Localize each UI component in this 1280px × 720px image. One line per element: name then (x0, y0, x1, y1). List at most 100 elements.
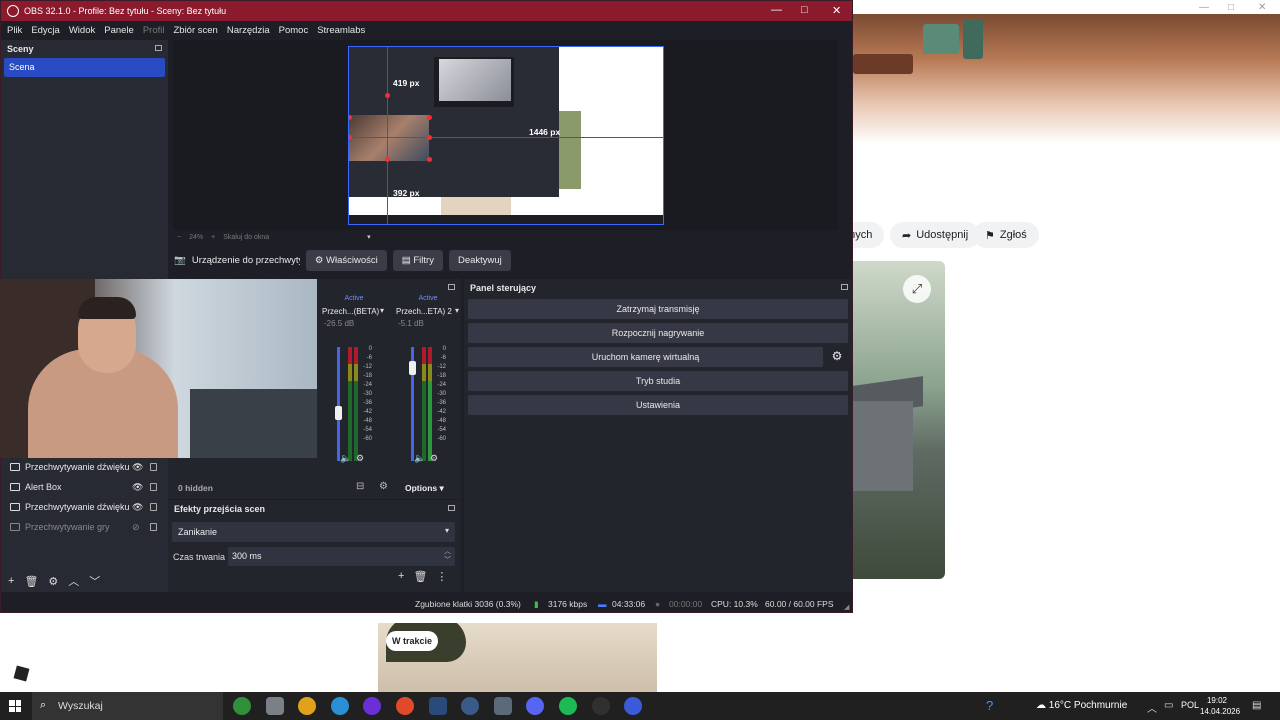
chevron-down-icon[interactable]: ▾ (367, 233, 371, 241)
steam-icon[interactable] (428, 697, 447, 715)
menu-narzedzia[interactable]: Narzędzia (227, 25, 270, 36)
undock-icon[interactable] (155, 45, 162, 51)
report-button[interactable]: ⚑ Zgłoś (973, 222, 1039, 248)
roblox-icon[interactable] (13, 665, 30, 682)
options-button[interactable]: Options ▾ (405, 483, 444, 494)
minimize-icon[interactable]: — (1199, 2, 1209, 13)
eye-hidden-icon[interactable]: ⊘ (132, 522, 140, 533)
tray-chevron-up-icon[interactable]: ︿ (1147, 700, 1157, 715)
menu-profil[interactable]: Profil (143, 25, 165, 36)
add-icon[interactable]: + (8, 575, 14, 587)
share-button[interactable]: ➦ Udostępnij (890, 222, 981, 248)
chevron-down-icon[interactable]: ▾ (455, 306, 459, 315)
zoom-out-icon[interactable]: − (177, 234, 181, 241)
settings-button[interactable]: Ustawienia (468, 395, 848, 415)
close-icon[interactable]: ✕ (1258, 2, 1266, 13)
source-item[interactable]: Przechwytywanie gry ⊘ (1, 517, 168, 537)
obs-icon[interactable] (591, 697, 610, 715)
taskbar-search[interactable]: ⌕ Wyszukaj (32, 692, 223, 720)
preview-canvas[interactable]: 419 px 1446 px 392 px (348, 46, 664, 225)
maximize-icon[interactable]: □ (1228, 2, 1234, 13)
network-icon[interactable]: ▭ (1164, 700, 1173, 711)
menu-widok[interactable]: Widok (69, 25, 95, 36)
spotify-icon[interactable] (559, 697, 577, 715)
add-icon[interactable]: + (398, 570, 404, 583)
stop-streaming-button[interactable]: Zatrzymaj transmisję (468, 299, 848, 319)
lock-icon[interactable] (150, 503, 157, 511)
layout-icon[interactable]: ⊟ (356, 481, 364, 492)
eye-icon[interactable]: 👁 (132, 462, 143, 473)
clock[interactable]: 19:02 14.04.2026 (1200, 695, 1240, 717)
game-icon[interactable] (265, 697, 284, 715)
lock-icon[interactable] (150, 483, 157, 491)
speaker-icon[interactable]: 🔈 (340, 453, 351, 464)
app-icon[interactable] (624, 697, 643, 715)
properties-button[interactable]: ⚙ Właściwości (305, 249, 387, 271)
game-video[interactable]: ⤢ (853, 261, 945, 579)
app-icon[interactable] (461, 697, 480, 715)
source-item[interactable]: Przechwytywanie dźwięku 👁 (1, 497, 168, 517)
chrome-icon[interactable] (298, 697, 317, 715)
menu-pomoc[interactable]: Pomoc (279, 25, 309, 36)
menu-zbior-scen[interactable]: Zbiór scen (173, 25, 217, 36)
menu-panele[interactable]: Panele (104, 25, 134, 36)
deactivate-button[interactable]: Deaktywuj (448, 249, 511, 271)
gear-icon[interactable]: ⚙ (825, 346, 849, 366)
eye-icon[interactable]: 👁 (132, 502, 143, 513)
xbox-icon[interactable] (233, 697, 251, 715)
settings-icon[interactable]: ⚙ (356, 453, 364, 464)
spin-arrows-icon[interactable]: ︿ ﹀ (444, 547, 451, 565)
weather-widget[interactable]: ☁ 16°C Pochmurnie (1036, 700, 1127, 711)
resize-grip-icon[interactable]: ◢ (844, 603, 849, 611)
scale-to-window[interactable]: Skaluj do okna (223, 234, 269, 241)
volume-fader[interactable] (337, 347, 340, 461)
app-icon[interactable] (396, 697, 414, 715)
menu-plik[interactable]: Plik (7, 25, 22, 36)
edge-icon[interactable] (330, 697, 349, 715)
undock-icon[interactable] (448, 284, 455, 290)
gear-icon[interactable]: ⚙ (48, 575, 58, 588)
eye-icon[interactable]: 👁 (132, 482, 143, 493)
lock-icon[interactable] (150, 523, 157, 531)
arrow-up-icon[interactable]: ︿ (68, 573, 79, 589)
maximize-icon[interactable]: □ (801, 4, 808, 16)
obs-logo-icon (7, 5, 19, 17)
language-indicator[interactable]: POL (1181, 700, 1199, 710)
start-recording-button[interactable]: Rozpocznij nagrywanie (468, 323, 848, 343)
start-virtual-camera-button[interactable]: Uruchom kamerę wirtualną (468, 347, 823, 367)
windows-start-icon[interactable] (9, 700, 21, 712)
expand-icon[interactable]: ⤢ (903, 275, 931, 303)
studio-mode-button[interactable]: Tryb studia (468, 371, 848, 391)
settings-icon[interactable]: ⚙ (430, 453, 438, 464)
scene-item[interactable]: Scena (4, 58, 165, 77)
webcam-source[interactable] (349, 115, 429, 161)
menu-edycja[interactable]: Edycja (31, 25, 60, 36)
close-icon[interactable]: ✕ (832, 4, 841, 17)
menu-streamlabs[interactable]: Streamlabs (317, 25, 365, 36)
more-icon[interactable]: ⋮ (436, 570, 447, 583)
source-item[interactable]: Przechwytywanie dźwięku 👁 (1, 457, 168, 477)
transition-select[interactable]: Zanikanie ▾ (172, 522, 455, 542)
discord-icon[interactable] (526, 697, 545, 715)
app-icon[interactable] (363, 697, 382, 715)
trash-icon[interactable]: 🗑 (413, 570, 427, 583)
duration-spinbox[interactable]: 300 ms ︿ ﹀ (228, 547, 455, 566)
chevron-down-icon[interactable]: ▾ (380, 306, 384, 315)
lock-icon[interactable] (150, 463, 157, 471)
source-item[interactable]: Alert Box 👁 (1, 477, 168, 497)
calculator-icon[interactable] (493, 697, 512, 715)
help-icon[interactable]: ? (986, 698, 993, 713)
speaker-icon[interactable]: 🔈 (414, 453, 425, 464)
zoom-in-icon[interactable]: + (211, 234, 215, 241)
video-thumbnail[interactable]: W trakcie (378, 623, 657, 692)
arrow-down-icon[interactable]: ﹀ (89, 573, 100, 589)
undock-icon[interactable] (448, 505, 455, 511)
fader-knob[interactable] (409, 360, 416, 375)
filters-button[interactable]: ▤ Filtry (392, 249, 443, 271)
gear-icon[interactable]: ⚙ (379, 481, 388, 492)
notification-icon[interactable]: ▤ (1252, 700, 1261, 711)
undock-icon[interactable] (841, 284, 848, 290)
fader-knob[interactable] (335, 406, 342, 421)
minimize-icon[interactable]: — (771, 4, 782, 16)
trash-icon[interactable]: 🗑 (24, 575, 38, 588)
